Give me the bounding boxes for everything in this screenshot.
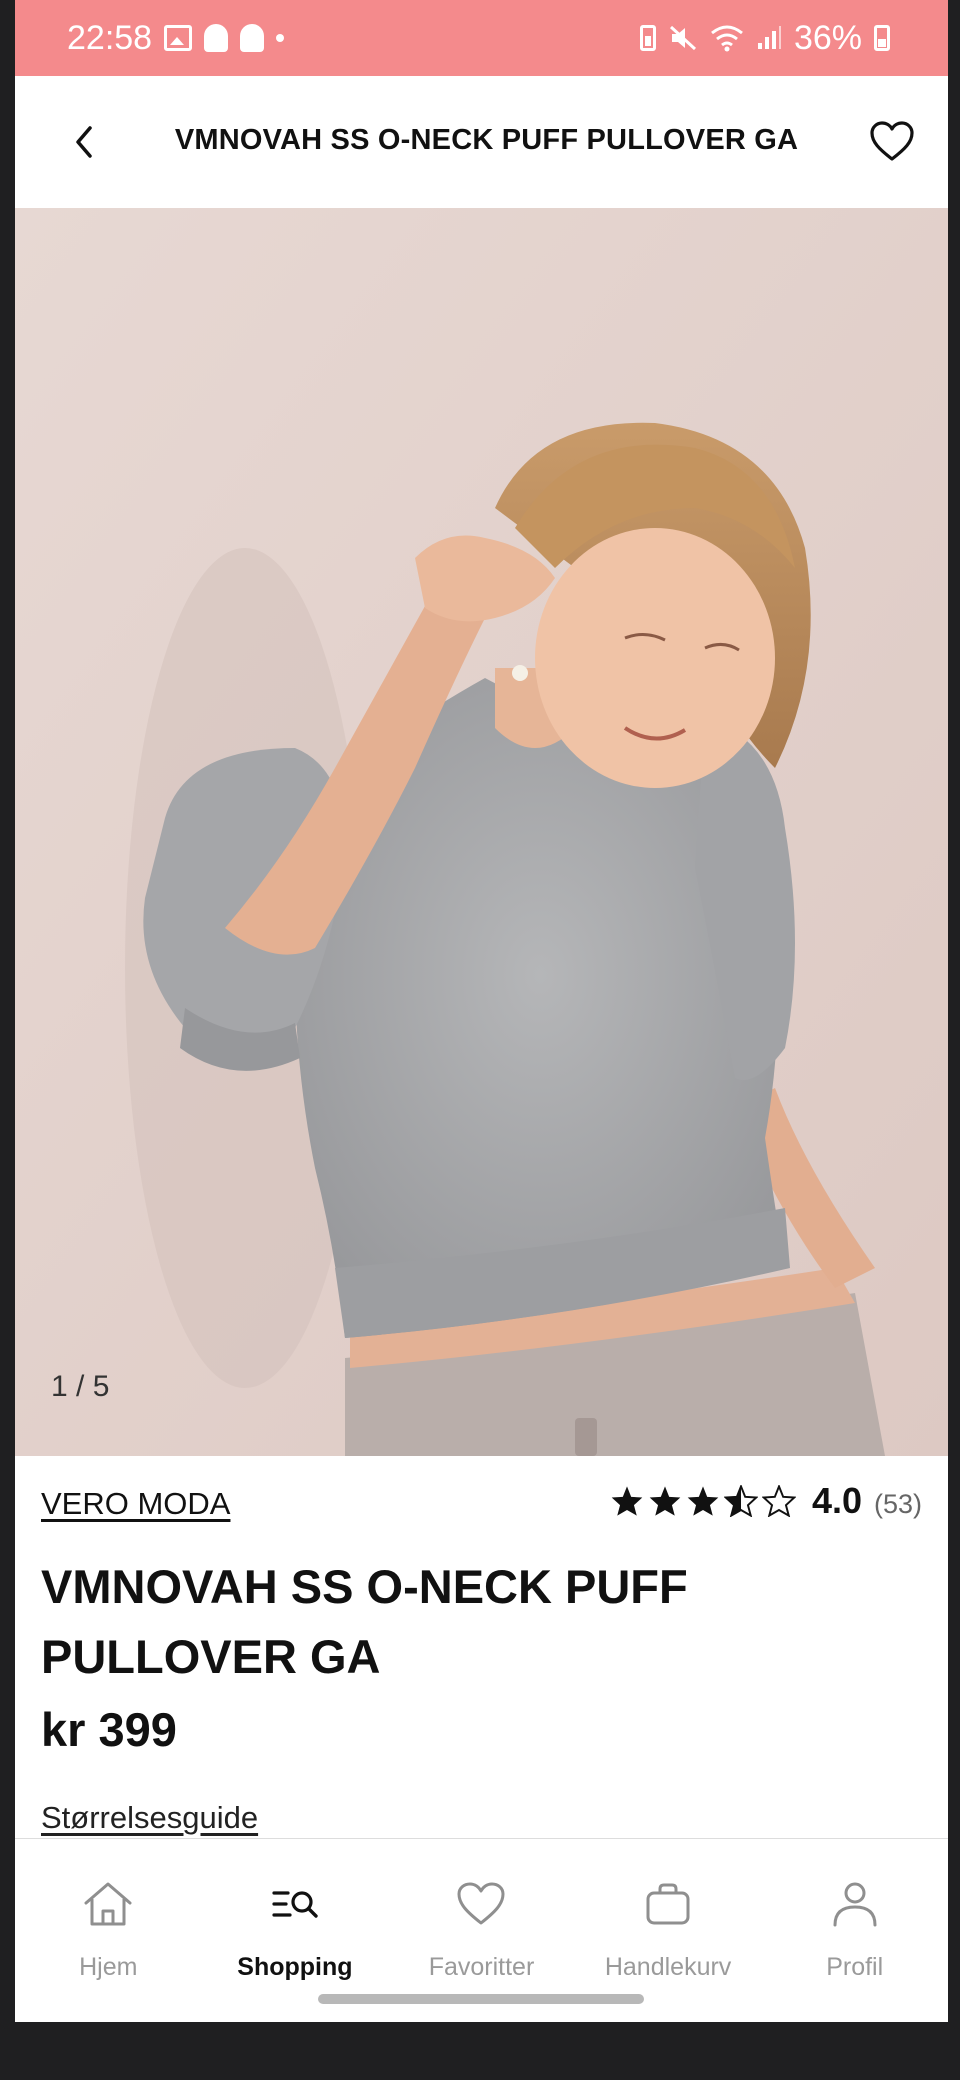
wifi-icon: [711, 25, 743, 52]
page-title: VMNOVAH SS O-NECK PUFF PULLOVER GA: [174, 124, 799, 156]
nav-item-shopping[interactable]: Shopping: [202, 1839, 389, 1982]
battery-percentage: 36%: [793, 18, 862, 57]
gallery-notification-icon: [164, 25, 193, 51]
rating-stars: [610, 1485, 796, 1517]
snapchat-notification-icon: [204, 24, 229, 52]
battery-saver-icon: [639, 25, 656, 51]
mute-icon: [669, 25, 696, 51]
status-bar: 22:58 36%: [15, 0, 948, 76]
brand-link[interactable]: VERO MODA: [41, 1486, 230, 1522]
product-image-carousel[interactable]: [15, 208, 948, 1456]
status-left: 22:58: [67, 18, 285, 58]
favorite-button[interactable]: [864, 114, 920, 170]
heart-icon: [457, 1882, 505, 1925]
rating[interactable]: 4.0 (53): [610, 1480, 922, 1522]
image-counter: 1 / 5: [51, 1370, 110, 1403]
battery-icon: [874, 25, 890, 51]
status-right: 36%: [639, 18, 890, 58]
product-photo: [15, 208, 948, 1456]
rating-value: 4.0: [811, 1480, 862, 1521]
signal-icon: [757, 26, 781, 49]
back-button[interactable]: [59, 116, 111, 168]
nav-label-profile: Profil: [826, 1953, 884, 1981]
bag-icon: [646, 1883, 690, 1925]
nav-item-profile[interactable]: Profil: [761, 1839, 948, 1982]
status-time: 22:58: [67, 18, 153, 57]
nav-item-home[interactable]: Hjem: [15, 1839, 202, 1982]
star-full-icon: [649, 1486, 681, 1516]
chevron-left-icon: [76, 126, 92, 158]
star-empty-icon: [761, 1485, 796, 1517]
nav-item-favorites[interactable]: Favoritter: [388, 1839, 575, 1982]
nav-label-shopping: Shopping: [237, 1953, 353, 1981]
more-notifications-icon: [276, 34, 285, 42]
snapchat-notification-icon-2: [240, 24, 265, 52]
nav-label-home: Hjem: [79, 1953, 138, 1981]
app-screen: 22:58 36% VMNOVAH SS O-NECK PUFF PULLOVE…: [15, 0, 948, 2022]
product-price: kr 399: [41, 1703, 177, 1756]
home-icon: [84, 1882, 132, 1926]
top-app-bar: VMNOVAH SS O-NECK PUFF PULLOVER GA: [15, 76, 948, 208]
star-full-icon: [687, 1486, 719, 1516]
nav-item-cart[interactable]: Handlekurv: [575, 1839, 762, 1982]
bottom-navigation: Hjem Shopping Favoritter Handlekurv Prof…: [15, 1838, 948, 1982]
star-full-icon: [611, 1486, 643, 1516]
product-title: VMNOVAH SS O-NECK PUFF PULLOVER GA: [41, 1560, 688, 1683]
rating-count: (53): [873, 1488, 922, 1519]
heart-icon: [870, 121, 914, 161]
shopping-search-icon: [272, 1891, 318, 1918]
home-indicator[interactable]: [318, 1994, 644, 2004]
nav-label-favorites: Favoritter: [428, 1953, 535, 1981]
user-icon: [833, 1882, 877, 1927]
size-guide-link[interactable]: Størrelsesguide: [41, 1800, 258, 1836]
star-half-icon: [723, 1485, 758, 1517]
nav-label-cart: Handlekurv: [604, 1953, 732, 1981]
